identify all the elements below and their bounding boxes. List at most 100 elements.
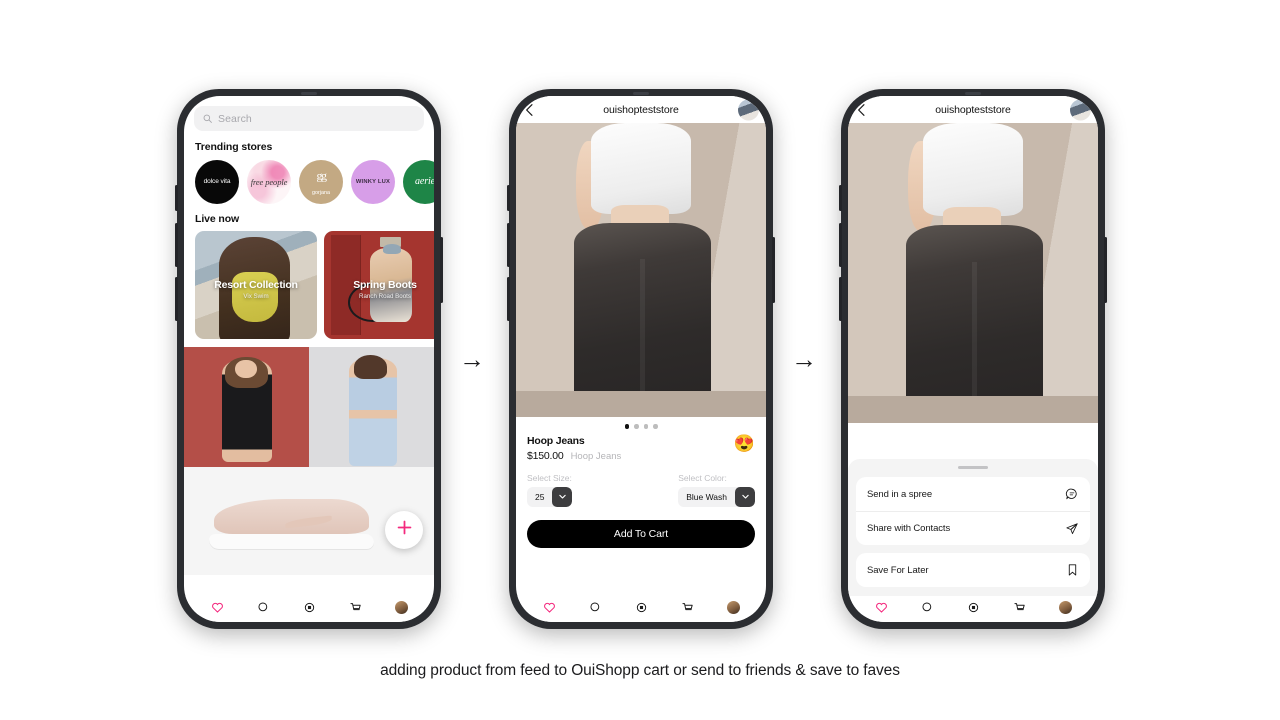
tab-avatar-icon[interactable] <box>726 601 740 614</box>
share-with-contacts-row[interactable]: Share with Contacts <box>856 511 1090 545</box>
bottom-tab-bar[interactable] <box>848 596 1098 622</box>
live-card-resort-collection[interactable]: Resort Collection Vix Swim <box>195 231 317 339</box>
carousel-dot[interactable] <box>634 424 639 429</box>
size-selector-group: Select Size: 25 <box>527 473 573 507</box>
feed-item-image <box>184 347 309 467</box>
phone-volume-up-button <box>175 223 178 267</box>
share-options-group: Send in a spree Share with Contacts <box>856 477 1090 545</box>
tab-search-icon[interactable] <box>257 601 270 614</box>
flow-arrow-2: → <box>791 344 817 374</box>
feed-grid <box>184 347 434 467</box>
cta-section: Add To Cart <box>516 506 766 548</box>
plus-icon <box>396 519 413 541</box>
product-image[interactable] <box>848 123 1098 423</box>
color-selector-group: Select Color: Blue Wash <box>678 473 755 507</box>
carousel-dot[interactable] <box>643 424 648 429</box>
decor-hair <box>354 355 387 380</box>
sheet-row-label: Save For Later <box>867 564 929 576</box>
chevron-down-icon[interactable] <box>552 486 573 507</box>
live-now-row[interactable]: Resort Collection Vix Swim Spring Boots <box>184 231 434 339</box>
share-action-sheet: Send in a spree Share with Contacts Save… <box>848 458 1098 596</box>
carousel-dot[interactable] <box>653 424 658 429</box>
store-avatar[interactable] <box>738 99 759 120</box>
product-header: ouishopteststore <box>516 96 766 123</box>
live-card-subtitle: Ranch Road Boots <box>359 292 411 300</box>
feed-item-sneaker[interactable] <box>184 467 434 575</box>
tab-feed-icon[interactable] <box>635 601 648 614</box>
live-card-title: Spring Boots <box>353 278 417 291</box>
sheet-row-label: Send in a spree <box>867 488 933 500</box>
store-chip-label: free people <box>250 176 288 187</box>
drag-handle[interactable] <box>958 465 988 469</box>
decor-jeans <box>905 225 1043 423</box>
save-for-later-row[interactable]: Save For Later <box>856 553 1090 587</box>
phone-silent-switch <box>839 185 842 211</box>
live-card-overlay: Resort Collection Vix Swim <box>195 279 317 300</box>
tab-feed-icon[interactable] <box>303 601 316 614</box>
phone-volume-up-button <box>839 223 842 267</box>
product-selectors: Select Size: 25 Select Color: Blue Wash <box>516 461 766 507</box>
store-chip-gorjana[interactable]: gg gorjana <box>299 160 343 204</box>
back-icon[interactable] <box>856 103 867 116</box>
feed-item-activewear[interactable] <box>309 347 434 467</box>
tab-heart-icon[interactable] <box>875 601 888 614</box>
tab-search-icon[interactable] <box>589 601 602 614</box>
product-price: $150.00 <box>527 449 564 462</box>
tab-heart-icon[interactable] <box>211 601 224 614</box>
store-chip-free-people[interactable]: free people <box>247 160 291 204</box>
search-section: Search <box>184 96 434 131</box>
bottom-tab-bar[interactable] <box>184 596 434 622</box>
reaction-emoji-icon[interactable]: 😍 <box>734 435 755 452</box>
phone-mockup-product: ouishopteststore Hoop Jeans $150.00 Hoop… <box>507 89 775 629</box>
live-card-title: Resort Collection <box>214 278 298 291</box>
feed-item-image <box>309 347 434 467</box>
phone-mockup-feed: Search Trending stores dolce vita free p… <box>175 89 443 629</box>
carousel-dot[interactable] <box>624 424 629 429</box>
chat-bubble-icon <box>1065 487 1079 501</box>
decor-tshirt <box>591 123 691 215</box>
store-chip-winky-lux[interactable]: WINKY LUX <box>351 160 395 204</box>
tab-search-icon[interactable] <box>921 601 934 614</box>
trending-stores-heading: Trending stores <box>195 141 273 153</box>
search-input[interactable]: Search <box>194 106 424 131</box>
product-header: ouishopteststore <box>848 96 1098 123</box>
sneaker-upper <box>214 499 369 534</box>
color-selector[interactable]: Blue Wash <box>678 486 755 507</box>
chevron-down-icon[interactable] <box>735 486 755 507</box>
slide-canvas: Search Trending stores dolce vita free p… <box>0 0 1280 720</box>
send-in-a-spree-row[interactable]: Send in a spree <box>856 477 1090 511</box>
tab-feed-icon[interactable] <box>967 601 980 614</box>
color-selector-label: Select Color: <box>678 472 727 483</box>
store-chip-dolce-vita[interactable]: dolce vita <box>195 160 239 204</box>
trending-stores-row[interactable]: dolce vita free people gg gorjana WINKY … <box>184 160 434 204</box>
product-image[interactable] <box>516 123 766 417</box>
tab-cart-icon[interactable] <box>681 601 694 614</box>
size-selector-value: 25 <box>535 491 545 502</box>
store-chip-label: gorjana <box>312 190 330 196</box>
product-info: Hoop Jeans $150.00 Hoop Jeans 😍 <box>516 434 766 462</box>
tab-cart-icon[interactable] <box>1013 601 1026 614</box>
add-to-cart-fab[interactable] <box>385 511 423 549</box>
color-selector-value: Blue Wash <box>686 491 727 502</box>
size-selector[interactable]: 25 <box>527 486 573 507</box>
live-card-subtitle: Vix Swim <box>243 292 269 300</box>
tab-avatar-icon[interactable] <box>394 601 408 614</box>
search-icon <box>203 114 212 123</box>
back-icon[interactable] <box>524 103 535 116</box>
flow-arrow-1: → <box>459 344 485 374</box>
decor-hat <box>382 243 401 254</box>
store-chip-aerie[interactable]: aerie <box>403 160 434 204</box>
bottom-tab-bar[interactable] <box>516 596 766 622</box>
carousel-dots[interactable] <box>516 417 766 435</box>
tab-heart-icon[interactable] <box>543 601 556 614</box>
product-subtitle: Hoop Jeans <box>570 450 622 462</box>
feed-item-dress[interactable] <box>184 347 309 467</box>
store-chip-label: dolce vita <box>203 177 231 185</box>
tab-cart-icon[interactable] <box>349 601 362 614</box>
add-to-cart-button[interactable]: Add To Cart <box>527 519 755 548</box>
sneaker-image <box>209 499 374 550</box>
live-card-spring-boots[interactable]: Spring Boots Ranch Road Boots <box>324 231 434 339</box>
store-name-title: ouishopteststore <box>603 103 679 116</box>
tab-avatar-icon[interactable] <box>1058 601 1072 614</box>
store-avatar[interactable] <box>1070 99 1091 120</box>
